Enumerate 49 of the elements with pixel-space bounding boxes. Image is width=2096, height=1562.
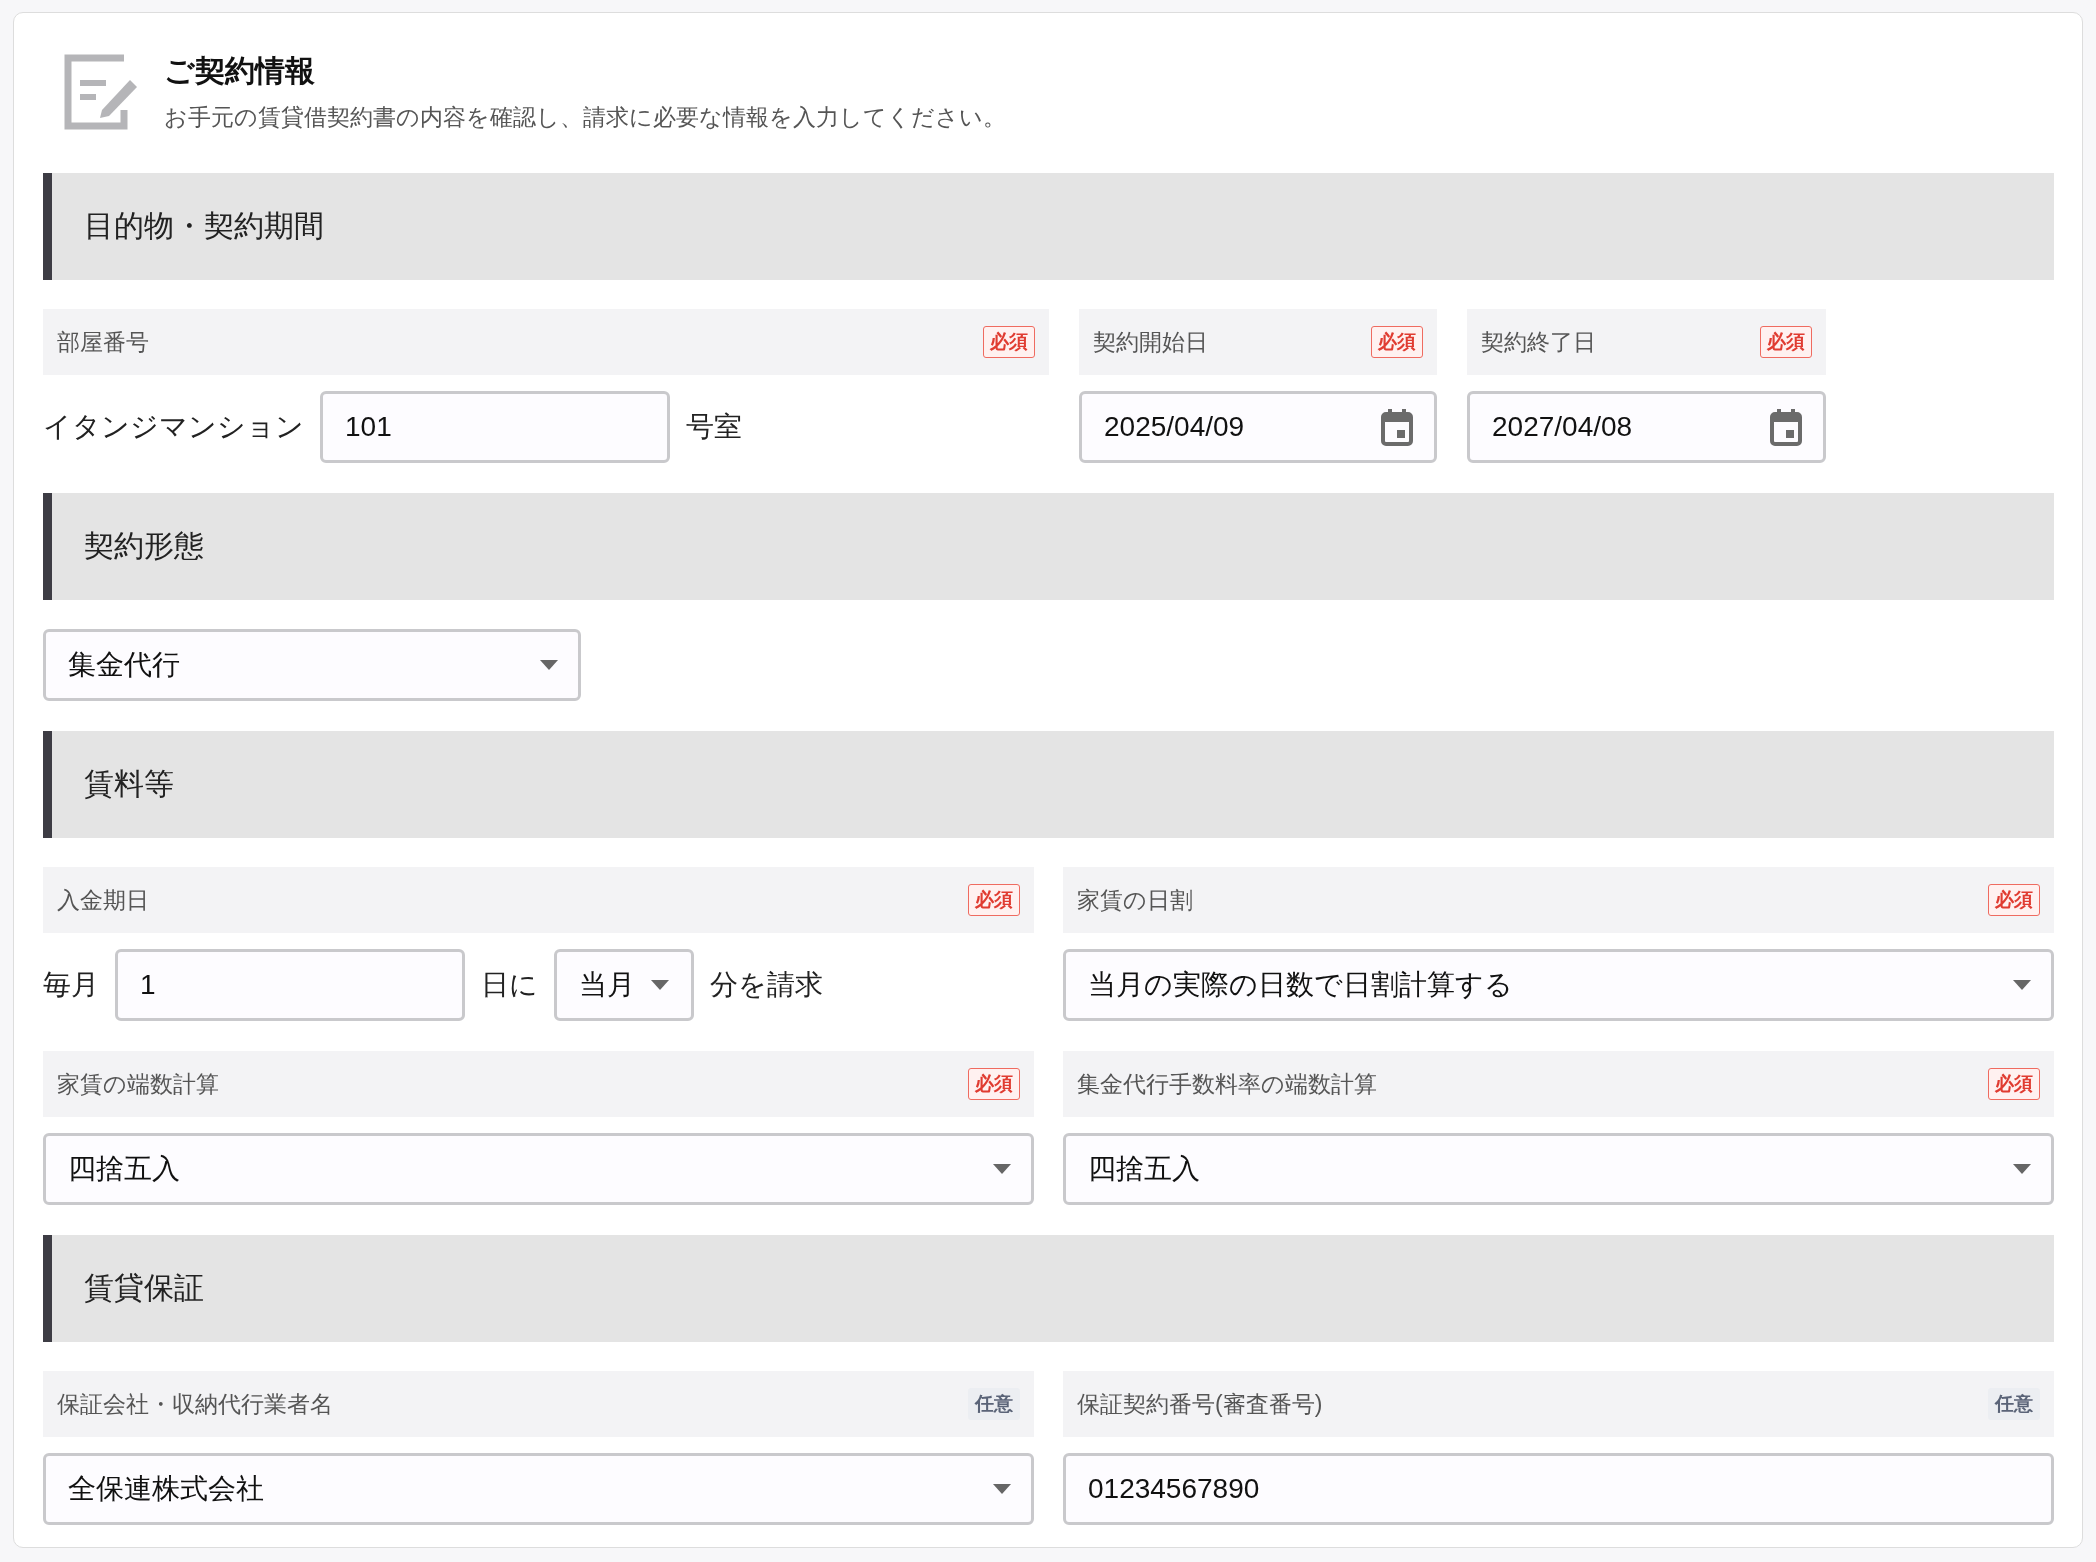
optional-badge: 任意	[1988, 1388, 2040, 1420]
unit-suffix: 号室	[686, 410, 742, 444]
month-select[interactable]: 当月	[554, 949, 694, 1021]
connector-text: 日に	[481, 968, 538, 1002]
required-badge: 必須	[1988, 1068, 2040, 1100]
select-dropdown[interactable]: 四捨五入	[1063, 1133, 2054, 1205]
room-number-input[interactable]: 101	[320, 391, 670, 463]
section-heading: 契約形態	[43, 493, 2054, 600]
text-input[interactable]: 01234567890	[1063, 1453, 2054, 1525]
caret-icon	[993, 1164, 1011, 1174]
select-dropdown[interactable]: 全保連株式会社	[43, 1453, 1034, 1525]
prefix-text: 毎月	[43, 968, 99, 1002]
day-input[interactable]: 1	[115, 949, 465, 1021]
field-label: 入金期日	[57, 885, 149, 915]
caret-icon	[993, 1484, 1011, 1494]
date-input[interactable]: 2027/04/08	[1467, 391, 1826, 463]
field-label: 家賃の日割	[1077, 885, 1193, 915]
field-label: 保証会社・収納代行業者名	[57, 1389, 333, 1419]
required-badge: 必須	[1988, 884, 2040, 916]
optional-badge: 任意	[968, 1388, 1020, 1420]
section-heading: 賃貸保証	[43, 1235, 2054, 1342]
date-input[interactable]: 2025/04/09	[1079, 391, 1437, 463]
caret-icon	[2013, 980, 2031, 990]
select-dropdown[interactable]: 四捨五入	[43, 1133, 1034, 1205]
suffix-text: 分を請求	[710, 968, 823, 1002]
select-dropdown[interactable]: 当月の実際の日数で日割計算する	[1063, 949, 2054, 1021]
field-label: 部屋番号	[57, 327, 149, 357]
edit-form-icon	[64, 54, 140, 130]
field-label: 契約開始日	[1093, 327, 1208, 357]
select-dropdown[interactable]: 集金代行	[43, 629, 581, 701]
caret-icon	[2013, 1164, 2031, 1174]
calendar-icon	[1769, 408, 1803, 446]
section-heading: 目的物・契約期間	[43, 173, 2054, 280]
caret-icon	[651, 980, 669, 990]
required-badge: 必須	[1760, 326, 1812, 358]
caret-icon	[540, 660, 558, 670]
calendar-icon	[1380, 408, 1414, 446]
field-label: 契約終了日	[1481, 327, 1596, 357]
building-name: イタンジマンション	[43, 410, 304, 444]
field-label: 家賃の端数計算	[57, 1069, 219, 1099]
page-description: お手元の賃貸借契約書の内容を確認し、請求に必要な情報を入力してください。	[164, 103, 1006, 132]
field-label: 集金代行手数料率の端数計算	[1077, 1069, 1377, 1099]
section-heading: 賃料等	[43, 731, 2054, 838]
required-badge: 必須	[968, 1068, 1020, 1100]
page-title: ご契約情報	[164, 53, 316, 89]
field-label: 保証契約番号(審査番号)	[1077, 1389, 1323, 1419]
required-badge: 必須	[983, 326, 1035, 358]
required-badge: 必須	[968, 884, 1020, 916]
required-badge: 必須	[1371, 326, 1423, 358]
